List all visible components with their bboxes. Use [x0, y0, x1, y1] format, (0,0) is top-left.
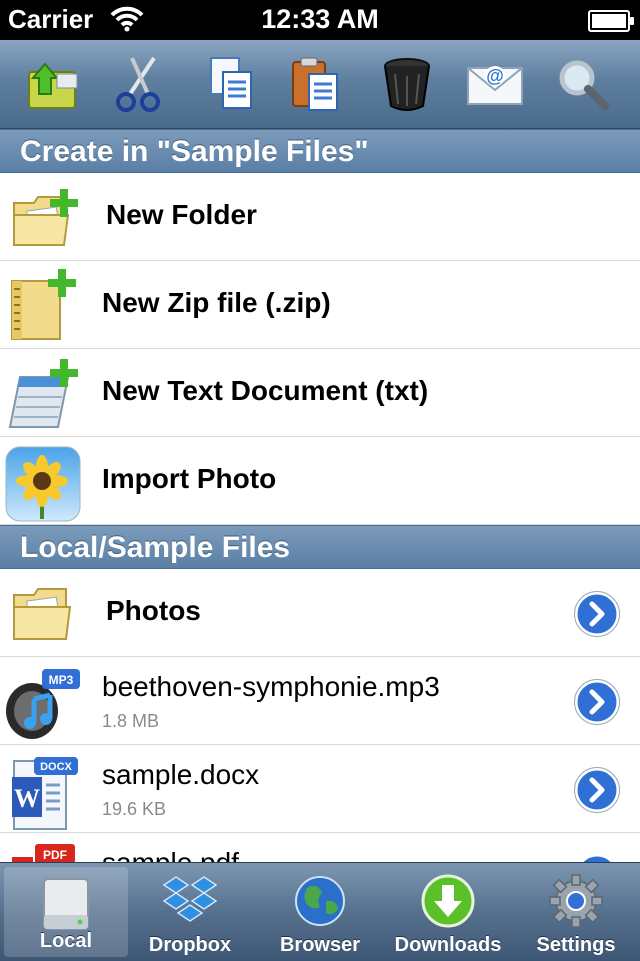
create-section-header: Create in "Sample Files"	[0, 129, 640, 173]
file-name: sample.docx	[102, 759, 260, 790]
battery-icon	[588, 10, 634, 32]
dropbox-icon	[128, 871, 252, 931]
chevron-right-icon[interactable]	[574, 767, 620, 813]
word-document-icon: W DOCX	[4, 753, 84, 830]
tab-browser[interactable]: Browser	[258, 863, 382, 961]
scissors-icon[interactable]	[103, 50, 173, 118]
new-zip-icon	[4, 269, 84, 341]
upload-folder-icon[interactable]	[18, 50, 88, 118]
globe-icon	[258, 871, 382, 931]
mp3-badge: MP3	[49, 673, 74, 687]
tab-label: Downloads	[394, 934, 502, 956]
toolbar: @	[0, 40, 640, 129]
import-photo-label: Import Photo	[102, 463, 277, 494]
list-item[interactable]: Photos	[0, 569, 640, 657]
file-name: Photos	[106, 595, 201, 626]
svg-text:@: @	[486, 66, 504, 86]
new-text-document-row[interactable]: New Text Document (txt)	[0, 349, 640, 437]
tab-downloads[interactable]: Downloads	[384, 863, 512, 961]
tab-dropbox[interactable]: Dropbox	[128, 863, 252, 961]
new-folder-icon	[4, 181, 84, 253]
chevron-right-icon[interactable]	[574, 591, 620, 637]
pdf-badge: PDF	[43, 848, 67, 862]
tab-label: Settings	[536, 934, 616, 956]
file-size: 1.8 MB	[102, 711, 160, 731]
tab-local[interactable]: Local	[4, 867, 128, 957]
copy-icon[interactable]	[196, 50, 266, 118]
files-section-header: Local/Sample Files	[0, 525, 640, 569]
mail-icon[interactable]: @	[460, 50, 530, 118]
folder-icon	[4, 577, 84, 649]
tab-label: Local	[39, 930, 93, 952]
file-name: beethoven-symphonie.mp3	[102, 671, 440, 702]
new-zip-row[interactable]: New Zip file (.zip)	[0, 261, 640, 349]
trash-icon[interactable]	[372, 50, 442, 118]
photo-icon	[4, 445, 84, 522]
import-photo-row[interactable]: Import Photo	[0, 437, 640, 525]
list-item[interactable]: MP3 beethoven-symphonie.mp3 1.8 MB	[0, 657, 640, 745]
tab-label: Browser	[279, 934, 361, 956]
search-icon[interactable]	[548, 50, 618, 118]
tab-settings[interactable]: Settings	[512, 863, 640, 961]
audio-file-icon: MP3	[4, 665, 84, 739]
hard-drive-icon	[4, 875, 128, 935]
paste-icon[interactable]	[280, 50, 350, 118]
file-size: 19.6 KB	[102, 799, 167, 819]
svg-text:W: W	[14, 784, 40, 813]
download-icon	[384, 871, 512, 931]
list-item[interactable]: W DOCX sample.docx 19.6 KB	[0, 745, 640, 833]
status-bar: Carrier 12:33 AM	[0, 0, 640, 40]
docx-badge: DOCX	[40, 761, 72, 773]
tab-label: Dropbox	[148, 934, 232, 956]
tab-bar: Local Dropbox Browser Downloads Settings	[0, 862, 640, 961]
clock: 12:33 AM	[261, 4, 379, 34]
new-zip-label: New Zip file (.zip)	[102, 287, 331, 318]
new-text-document-label: New Text Document (txt)	[102, 375, 429, 406]
new-folder-row[interactable]: New Folder	[0, 173, 640, 261]
new-folder-label: New Folder	[106, 199, 257, 230]
new-text-document-icon	[4, 357, 84, 429]
chevron-right-icon[interactable]	[574, 679, 620, 725]
gear-icon	[512, 871, 640, 931]
